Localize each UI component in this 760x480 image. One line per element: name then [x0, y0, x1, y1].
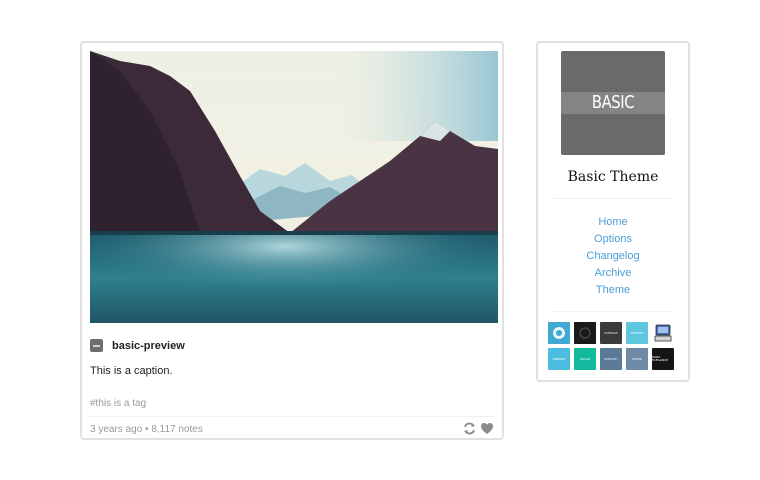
blog-logo[interactable]: BASIC	[561, 51, 665, 155]
author-name[interactable]: basic-preview	[112, 340, 185, 352]
theme-grid: COPYCAT SIMPLEX VIBRANT SOLAR SMOOTH PAP…	[548, 322, 674, 370]
theme-thumb[interactable]: COPYCAT	[600, 322, 622, 344]
theme-thumb[interactable]: SIMPLEX	[626, 322, 648, 344]
theme-thumb[interactable]	[652, 322, 674, 344]
nav-changelog[interactable]: Changelog	[586, 250, 639, 262]
post-photo[interactable]	[90, 51, 498, 323]
nav-options[interactable]: Options	[594, 233, 632, 245]
post-tag[interactable]: #this is a tag	[90, 398, 146, 409]
reblog-icon[interactable]	[463, 422, 476, 435]
theme-thumb[interactable]: VIBRANT	[548, 348, 570, 370]
post-actions	[463, 422, 494, 435]
nav-theme[interactable]: Theme	[596, 284, 630, 296]
dark-circle-icon	[574, 322, 596, 344]
theme-thumb[interactable]: PAPER	[626, 348, 648, 370]
meta-separator: •	[145, 424, 149, 435]
theme-thumb[interactable]	[548, 322, 570, 344]
avatar[interactable]	[90, 339, 103, 352]
heart-icon[interactable]	[480, 422, 494, 435]
theme-thumb[interactable]: SOLAR	[574, 348, 596, 370]
circle-badge-icon	[548, 322, 570, 344]
sidebar-divider	[554, 198, 672, 199]
post-footer-divider	[90, 416, 494, 417]
post-meta: 3 years ago • 8,117 notes	[90, 424, 203, 435]
sidebar-nav: Home Options Changelog Archive Theme	[538, 212, 688, 297]
nav-archive[interactable]: Archive	[595, 267, 632, 279]
post-date-link[interactable]: 3 years ago	[90, 424, 142, 435]
theme-thumb[interactable]: SMOOTH	[600, 348, 622, 370]
notes-link[interactable]: 8,117 notes	[151, 424, 203, 435]
nav-home[interactable]: Home	[598, 216, 627, 228]
logo-text: BASIC	[591, 92, 635, 113]
post-card: basic-preview This is a caption. #this i…	[80, 41, 504, 440]
theme-thumb[interactable]	[574, 322, 596, 344]
post-author[interactable]: basic-preview	[90, 339, 185, 352]
blog-title[interactable]: Basic Theme	[538, 169, 688, 185]
sidebar: BASIC Basic Theme Home Options Changelog…	[536, 41, 690, 382]
post-caption: This is a caption.	[90, 365, 173, 377]
theme-thumb[interactable]: DARK ELEGANCE	[652, 348, 674, 370]
sidebar-divider	[554, 311, 672, 312]
computer-icon	[652, 322, 674, 344]
